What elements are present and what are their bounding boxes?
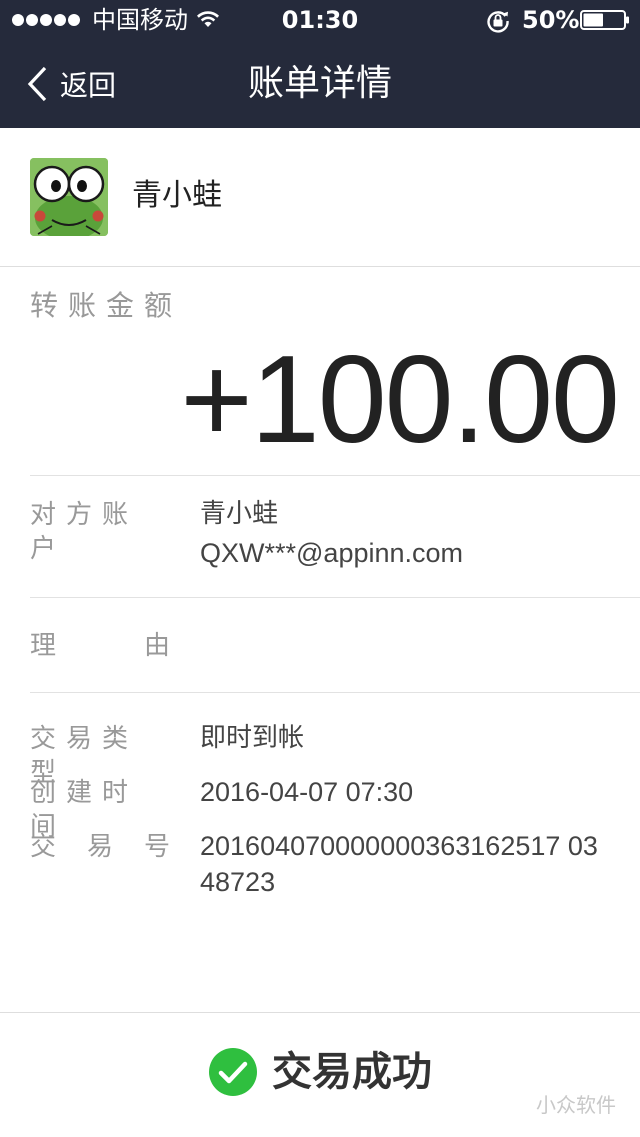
payee-name: 青小蛙: [132, 178, 222, 213]
check-circle-icon: [209, 1048, 257, 1096]
divider: [30, 692, 640, 693]
transaction-type-value: 即时到帐: [200, 723, 305, 753]
rotation-lock-icon: [487, 11, 509, 33]
created-time-value: 2016-04-07 07:30: [200, 777, 414, 807]
counterparty-name: 青小蛙: [200, 499, 279, 529]
amount-value: +100.00: [180, 331, 620, 469]
status-bar: 中国移动 01:30 50%: [0, 0, 640, 40]
divider: [30, 475, 640, 476]
divider: [30, 597, 640, 598]
counterparty-account: QXW***@appinn.com: [200, 538, 464, 568]
frog-avatar-icon: [30, 158, 108, 236]
watermark: 小众软件: [536, 1093, 616, 1117]
navigation-bar: 返回 账单详情: [0, 40, 640, 128]
avatar[interactable]: [30, 158, 108, 236]
payee-header[interactable]: 青小蛙: [0, 128, 640, 267]
battery-percentage: 50%: [522, 6, 580, 34]
battery-icon: [580, 10, 629, 30]
reason-label: 理由: [30, 631, 170, 661]
footer: 交易成功 小众软件: [0, 1012, 640, 1137]
status-text: 交易成功: [272, 1049, 432, 1095]
amount-label: 转账金额: [30, 289, 183, 322]
transaction-number-label: 交易号: [30, 832, 170, 862]
page-title: 账单详情: [247, 63, 392, 104]
transaction-number-value: 201604070000000363162517 0348723: [200, 831, 598, 897]
counterparty-label: 对方账户: [30, 500, 139, 564]
